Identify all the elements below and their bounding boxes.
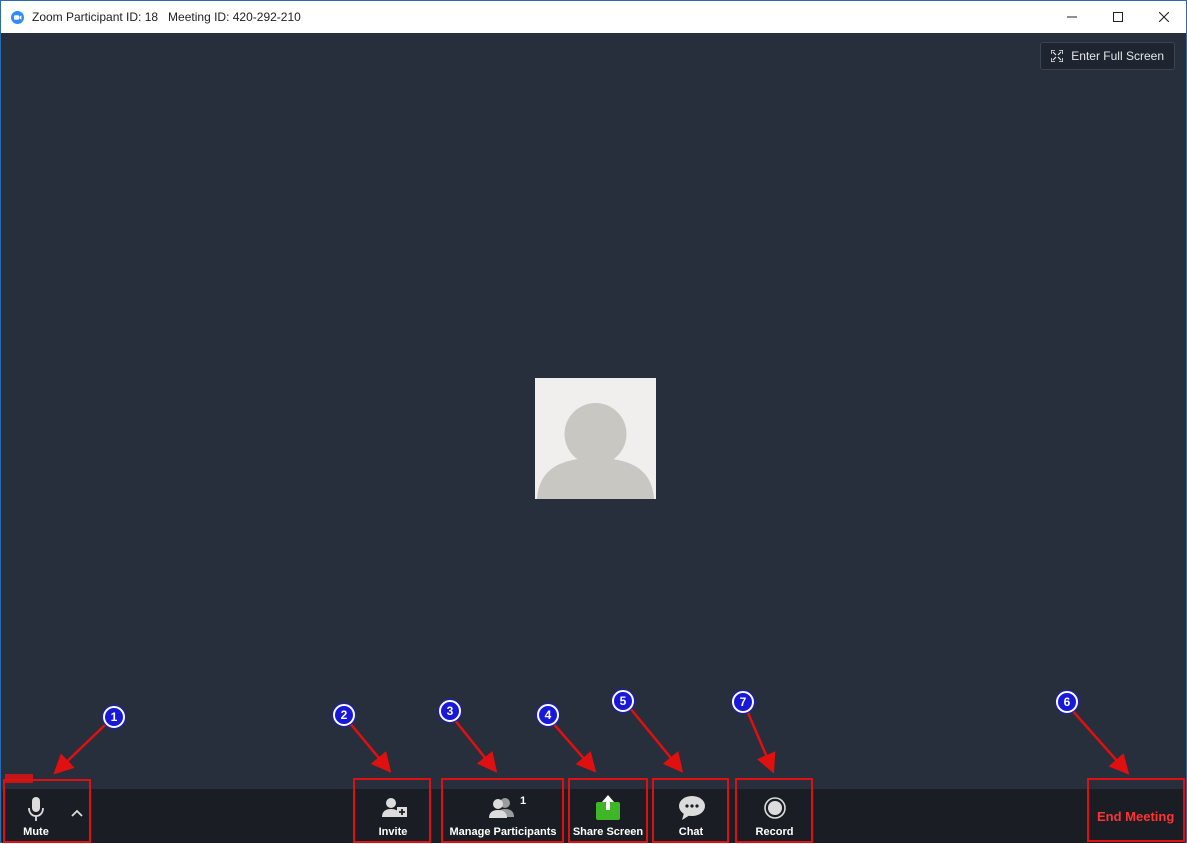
marker-2: 2	[333, 704, 355, 726]
annotation-arrows	[53, 707, 1130, 775]
arrow-5	[629, 707, 684, 773]
arrow-1	[53, 724, 106, 775]
arrow-3	[453, 718, 498, 773]
zoom-meeting-window: Zoom Participant ID: 18 Meeting ID: 420-…	[0, 0, 1187, 843]
arrow-6	[1070, 708, 1130, 775]
marker-6: 6	[1056, 691, 1078, 713]
marker-1: 1	[103, 706, 125, 728]
marker-5: 5	[612, 690, 634, 712]
marker-7: 7	[732, 691, 754, 713]
arrow-2	[348, 721, 392, 773]
arrow-4	[551, 721, 597, 773]
arrow-7	[744, 707, 776, 774]
marker-4: 4	[537, 704, 559, 726]
marker-3: 3	[439, 700, 461, 722]
